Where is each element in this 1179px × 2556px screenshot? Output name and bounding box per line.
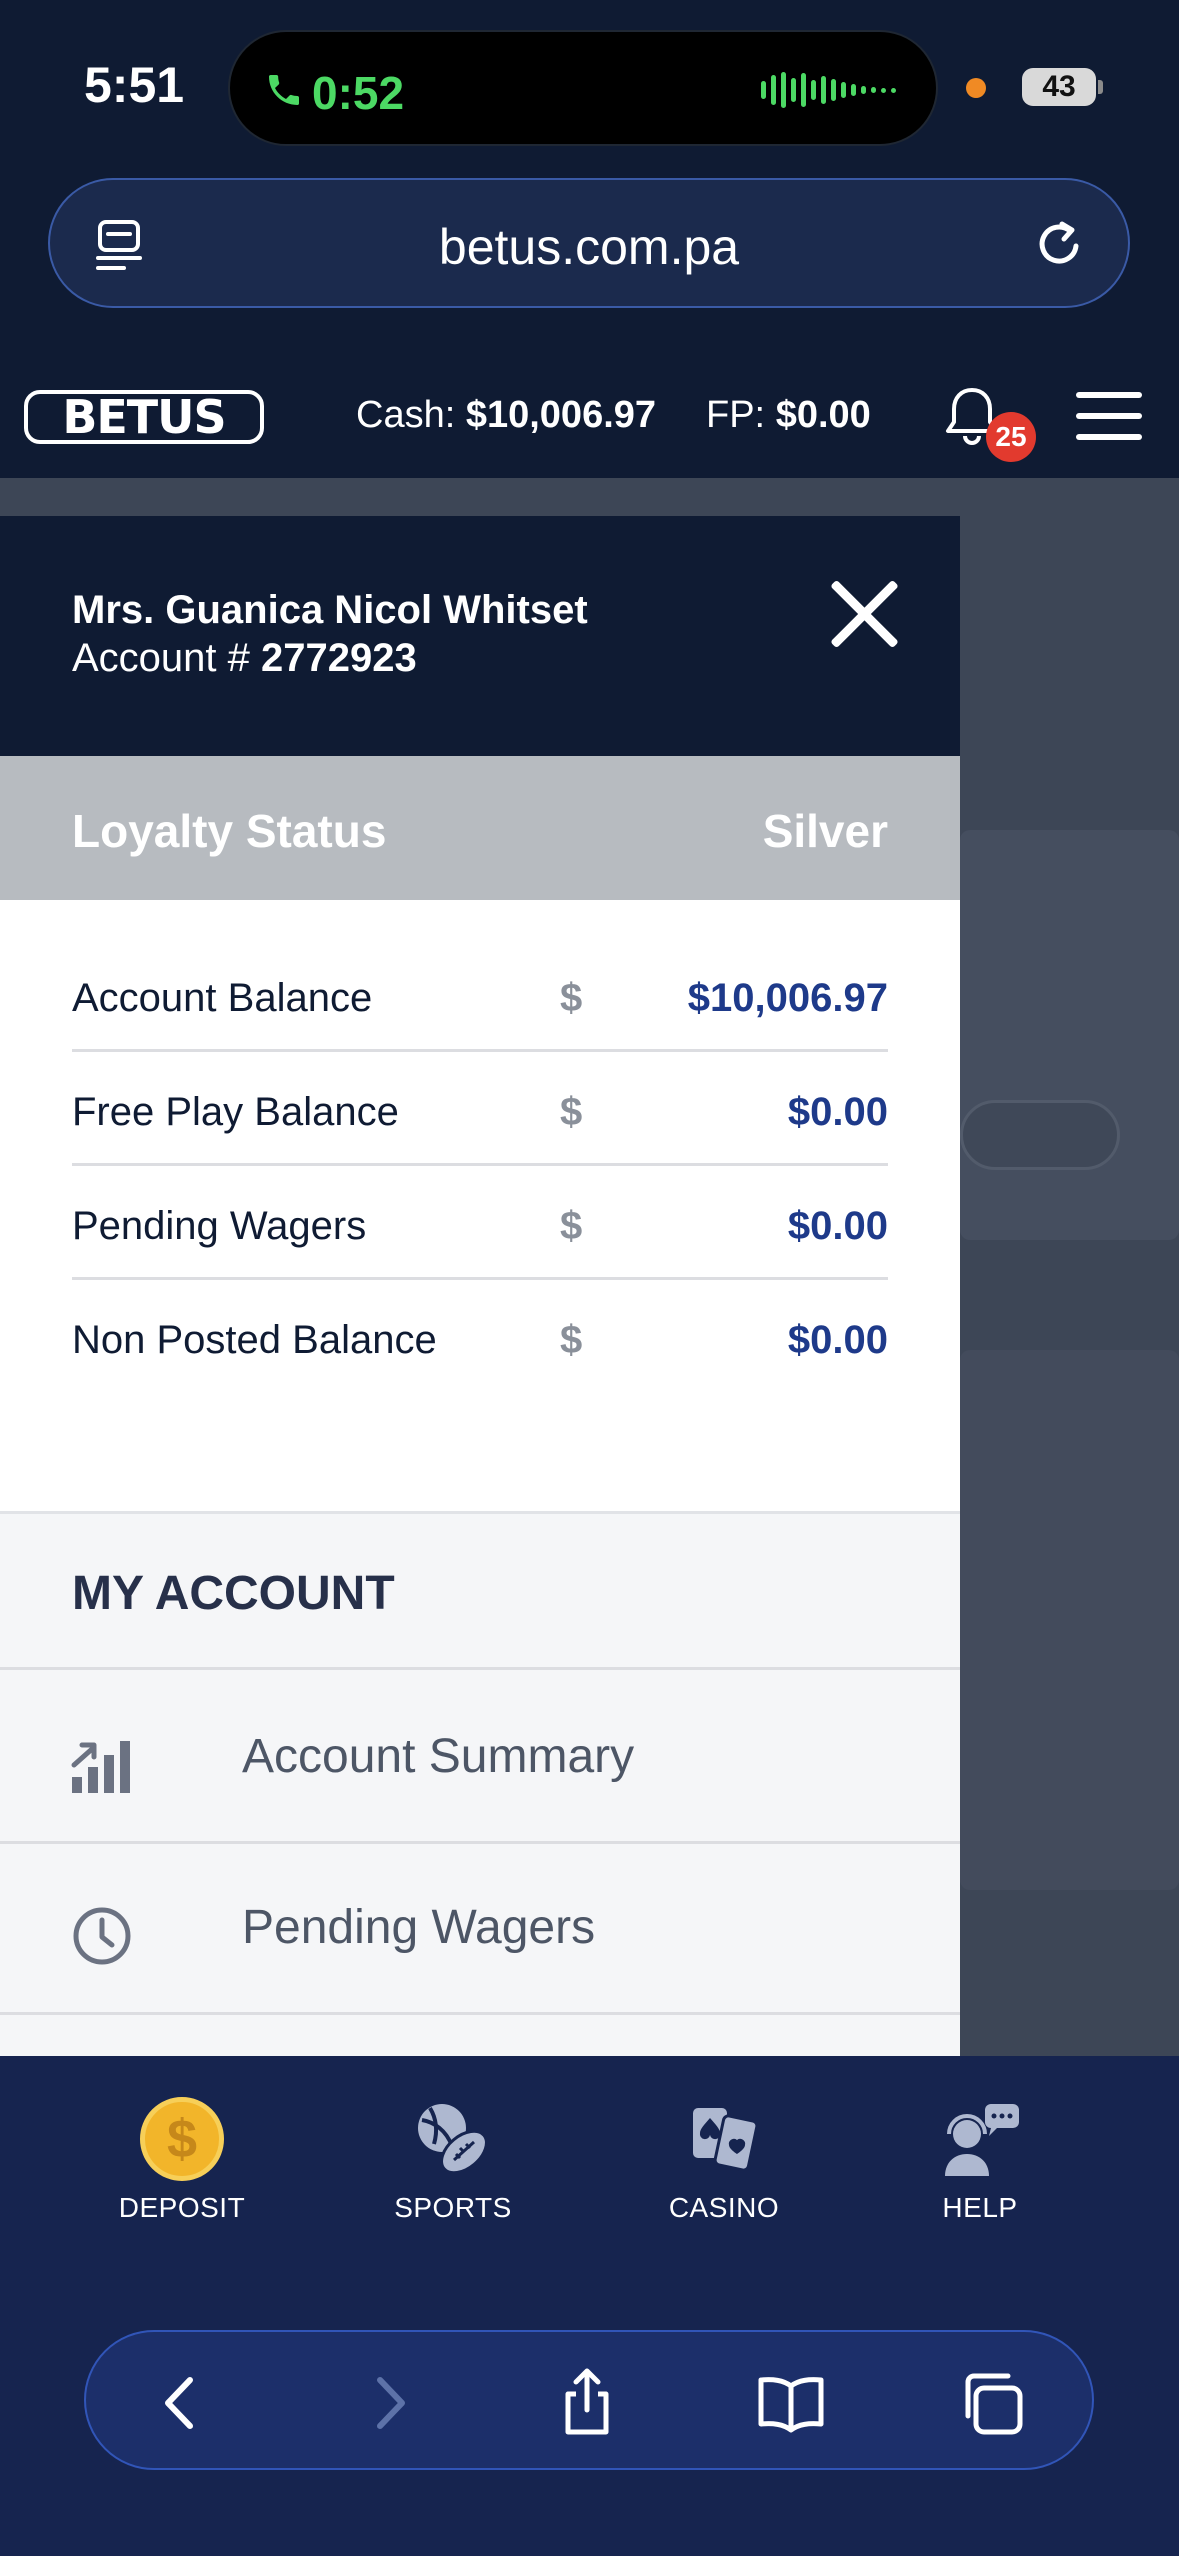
dollar-sign: $ xyxy=(560,1318,583,1362)
tab-label: DEPOSIT xyxy=(118,2192,246,2223)
my-account-heading: MY ACCOUNT xyxy=(0,1514,960,1670)
balance-row-account: Account Balance $ $10,006.97 xyxy=(72,938,888,1052)
free-play-balance: FP: $0.00 xyxy=(706,394,871,437)
background-card xyxy=(960,830,1179,1240)
tab-deposit[interactable]: $ DEPOSIT xyxy=(72,2094,292,2224)
tab-sports[interactable]: SPORTS xyxy=(343,2094,563,2224)
browser-toolbar xyxy=(0,2256,1179,2556)
forward-icon[interactable] xyxy=(354,2368,424,2438)
bookmarks-icon[interactable] xyxy=(756,2368,826,2438)
balance-value: $0.00 xyxy=(787,1318,888,1362)
balance-row-pending-wagers: Pending Wagers $ $0.00 xyxy=(72,1166,888,1280)
account-number: 2772923 xyxy=(261,636,417,680)
balance-label: Free Play Balance xyxy=(72,1090,399,1134)
dollar-sign: $ xyxy=(560,1090,583,1134)
battery-cap xyxy=(1098,80,1103,94)
menu-item-account-summary[interactable]: Account Summary xyxy=(0,1673,960,1844)
playing-cards-icon xyxy=(693,2108,759,2172)
drawer-header: Mrs. Guanica Nicol Whitset Account # 277… xyxy=(0,516,960,756)
fp-value: $0.00 xyxy=(775,394,871,436)
menu-item-label: Pending Wagers xyxy=(242,1901,596,1954)
address-bar[interactable]: betus.com.pa xyxy=(48,178,1130,308)
close-icon[interactable] xyxy=(826,576,902,652)
menu-item-label: Account Summary xyxy=(242,1730,635,1783)
tab-help[interactable]: HELP xyxy=(870,2094,1090,2224)
url-text[interactable]: betus.com.pa xyxy=(50,218,1128,276)
balance-value: $0.00 xyxy=(787,1090,888,1134)
cash-value: $10,006.97 xyxy=(465,394,657,436)
fp-label: FP: xyxy=(706,394,766,436)
dollar-sign: $ xyxy=(560,976,583,1020)
tab-label: CASINO xyxy=(668,2192,780,2223)
balance-label: Pending Wagers xyxy=(72,1204,367,1248)
cash-balance: Cash: $10,006.97 xyxy=(356,394,656,437)
dynamic-island-call[interactable]: 0:52 xyxy=(228,30,938,146)
reload-icon[interactable] xyxy=(1032,216,1088,272)
status-bar: 5:51 0:52 43 xyxy=(0,0,1179,170)
audio-waveform-icon xyxy=(761,72,896,108)
balance-label: Non Posted Balance xyxy=(72,1318,437,1362)
menu-item-pending-wagers[interactable]: Pending Wagers xyxy=(0,1844,960,2015)
account-drawer: Mrs. Guanica Nicol Whitset Account # 277… xyxy=(0,516,960,2056)
balance-value: $10,006.97 xyxy=(687,976,888,1020)
browser-toolbar-pill xyxy=(84,2330,1094,2470)
background-toggle xyxy=(960,1100,1120,1170)
status-time: 5:51 xyxy=(84,57,185,113)
phone-icon xyxy=(269,75,299,105)
user-name: Mrs. Guanica Nicol Whitset xyxy=(72,588,588,632)
bottom-tab-bar: $ DEPOSIT SPORTS CASINO HELP xyxy=(0,2056,1179,2256)
dollar-sign: $ xyxy=(560,1204,583,1248)
call-duration: 0:52 xyxy=(312,67,405,119)
bar-chart-icon xyxy=(71,1741,130,1793)
account-number-line: Account # 2772923 xyxy=(72,636,417,681)
cash-label: Cash: xyxy=(356,394,456,436)
tab-label: SPORTS xyxy=(394,2192,512,2223)
loyalty-value: Silver xyxy=(762,805,888,857)
tab-casino[interactable]: CASINO xyxy=(614,2094,834,2224)
section-title: MY ACCOUNT xyxy=(72,1567,395,1620)
balance-label: Account Balance xyxy=(72,976,373,1020)
clock-icon xyxy=(73,1907,131,1965)
tabs-icon[interactable] xyxy=(956,2368,1026,2438)
balance-row-free-play: Free Play Balance $ $0.00 xyxy=(72,1052,888,1166)
tab-label: HELP xyxy=(942,2192,1018,2223)
share-icon[interactable] xyxy=(552,2368,622,2438)
betus-logo[interactable]: BETUS xyxy=(24,390,264,444)
site-header: BETUS Cash: $10,006.97 FP: $0.00 25 xyxy=(0,340,1179,478)
back-icon[interactable] xyxy=(146,2368,216,2438)
loyalty-label: Loyalty Status xyxy=(72,805,387,857)
balance-value: $0.00 xyxy=(787,1204,888,1248)
background-card xyxy=(960,1350,1179,1890)
dollar-coin-icon: $ xyxy=(137,2094,227,2184)
notification-badge: 25 xyxy=(986,412,1036,462)
balance-row-non-posted: Non Posted Balance $ $0.00 xyxy=(72,1280,888,1394)
battery-icon: 43 xyxy=(1022,68,1096,106)
account-label: Account # xyxy=(72,636,250,680)
hamburger-menu-icon[interactable] xyxy=(1076,392,1142,440)
support-agent-icon xyxy=(945,2104,1019,2176)
sports-balls-icon xyxy=(418,2104,488,2175)
privacy-indicator-dot xyxy=(966,78,986,98)
loyalty-status-bar: Loyalty Status Silver xyxy=(0,756,960,900)
balances-panel: Account Balance $ $10,006.97 Free Play B… xyxy=(0,900,960,1514)
